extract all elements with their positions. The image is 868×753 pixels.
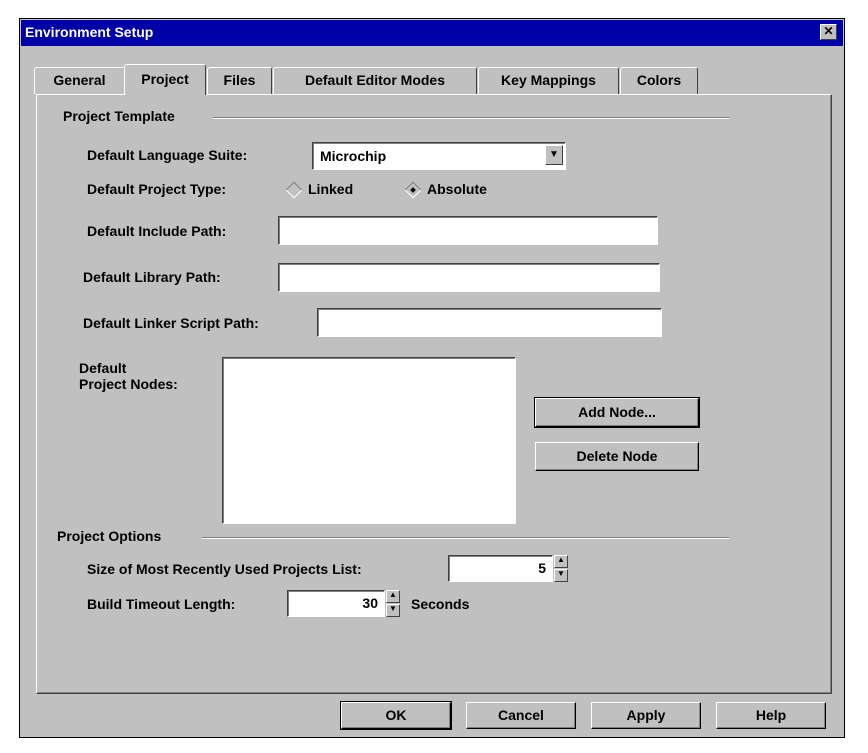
title-bar[interactable]: Environment Setup ✕: [21, 20, 843, 46]
section-divider: [213, 117, 729, 119]
linked-radio[interactable]: [285, 181, 303, 199]
tab-files[interactable]: Files: [207, 67, 272, 94]
include-path-field[interactable]: [278, 216, 658, 245]
build-timeout-label: Build Timeout Length:: [87, 596, 236, 612]
mru-size-input[interactable]: 5: [448, 555, 553, 582]
add-node-button[interactable]: Add Node...: [534, 397, 700, 428]
spin-down-icon[interactable]: ▼: [386, 604, 400, 617]
language-suite-select[interactable]: Microchip ▼: [312, 142, 566, 170]
tab-default-editor-modes[interactable]: Default Editor Modes: [273, 67, 477, 94]
spin-down-icon[interactable]: ▼: [554, 569, 568, 582]
section-divider: [202, 537, 729, 539]
mru-size-stepper[interactable]: ▲ ▼: [554, 555, 568, 582]
apply-button[interactable]: Apply: [591, 702, 701, 729]
project-options-heading: Project Options: [57, 528, 162, 544]
spin-up-icon[interactable]: ▲: [554, 555, 568, 568]
project-nodes-label-line1: Default: [79, 360, 127, 376]
language-suite-label: Default Language Suite:: [87, 147, 248, 163]
project-nodes-label-line2: Project Nodes:: [79, 376, 178, 392]
tab-key-mappings[interactable]: Key Mappings: [478, 67, 619, 94]
absolute-radio-label: Absolute: [427, 181, 487, 197]
ok-button[interactable]: OK: [340, 701, 452, 730]
project-nodes-list[interactable]: [222, 357, 516, 524]
linked-radio-label: Linked: [308, 181, 354, 197]
project-template-heading: Project Template: [63, 108, 175, 124]
cancel-button[interactable]: Cancel: [466, 702, 576, 729]
environment-setup-dialog: Environment Setup ✕ General Project File…: [19, 18, 845, 738]
absolute-radio[interactable]: [404, 181, 422, 199]
chevron-down-icon[interactable]: ▼: [545, 145, 563, 165]
mru-size-value: 5: [538, 560, 546, 576]
window-title: Environment Setup: [25, 24, 154, 40]
include-path-label: Default Include Path:: [87, 223, 227, 239]
tab-colors[interactable]: Colors: [620, 67, 698, 94]
tab-general[interactable]: General: [34, 67, 125, 94]
build-timeout-stepper[interactable]: ▲ ▼: [386, 590, 400, 617]
project-tab-panel: Project Template Default Language Suite:…: [36, 94, 832, 694]
linker-script-field[interactable]: [317, 308, 662, 337]
build-timeout-input[interactable]: 30: [287, 590, 385, 617]
library-path-label: Default Library Path:: [83, 269, 221, 285]
mru-size-label: Size of Most Recently Used Projects List…: [87, 561, 362, 577]
timeout-unit-label: Seconds: [411, 596, 470, 612]
help-button[interactable]: Help: [716, 702, 826, 729]
linker-script-label: Default Linker Script Path:: [83, 315, 259, 331]
build-timeout-value: 30: [362, 595, 378, 611]
spin-up-icon[interactable]: ▲: [386, 590, 400, 603]
delete-node-button[interactable]: Delete Node: [535, 442, 699, 471]
language-suite-value: Microchip: [320, 148, 387, 164]
project-type-label: Default Project Type:: [87, 181, 226, 197]
library-path-field[interactable]: [278, 263, 660, 292]
tab-project[interactable]: Project: [124, 64, 206, 95]
close-icon[interactable]: ✕: [820, 24, 837, 40]
